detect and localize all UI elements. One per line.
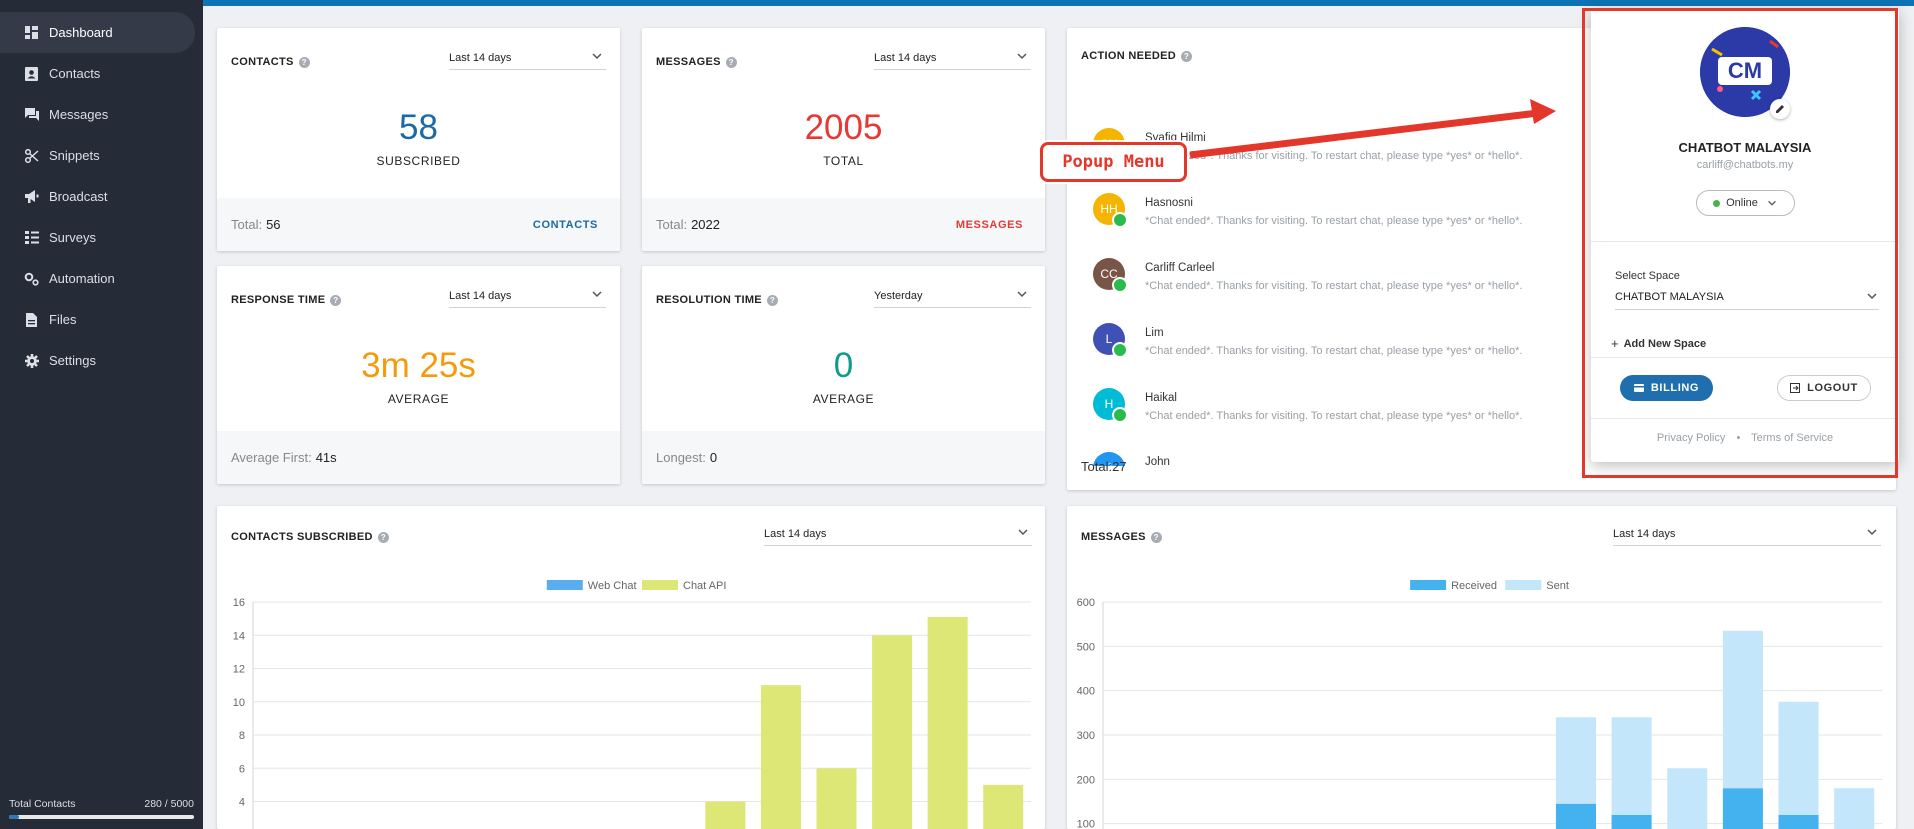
annotation-arrow <box>1189 99 1556 159</box>
popup-menu-callout: Popup Menu <box>1040 142 1187 182</box>
